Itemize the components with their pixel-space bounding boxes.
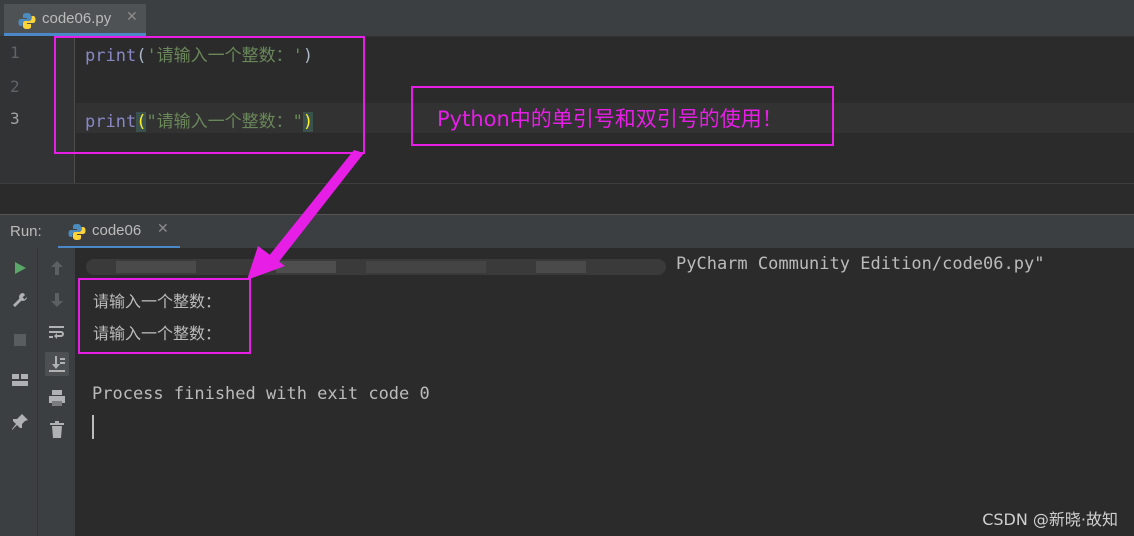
watermark: CSDN @新晓·故知 — [982, 510, 1118, 529]
pin-icon[interactable] — [8, 410, 32, 434]
text-caret — [92, 415, 94, 439]
close-icon[interactable]: ✕ — [157, 221, 169, 237]
up-arrow-icon[interactable] — [45, 256, 69, 280]
trash-icon[interactable] — [45, 418, 69, 442]
panel-divider — [0, 183, 1134, 215]
editor-tab-bar: code06.py ✕ — [0, 0, 1134, 37]
run-command: PyCharm Community Edition/code06.py" — [676, 254, 1045, 274]
print-icon[interactable] — [45, 386, 69, 410]
layout-icon[interactable] — [8, 368, 32, 392]
line-number: 3 — [10, 109, 20, 128]
code-highlight-box — [54, 36, 365, 154]
tab-code06-py[interactable]: code06.py ✕ — [4, 4, 146, 36]
soft-wrap-icon[interactable] — [45, 320, 69, 344]
run-icon[interactable] — [8, 256, 32, 280]
python-icon — [68, 224, 86, 240]
tab-filename: code06.py — [42, 10, 112, 27]
line-number: 2 — [10, 77, 20, 96]
wrench-icon[interactable] — [8, 288, 32, 312]
redacted-path — [86, 259, 666, 275]
console-side-toolbar — [38, 248, 76, 536]
run-side-toolbar — [0, 248, 38, 536]
close-icon[interactable]: ✕ — [126, 9, 138, 25]
output-highlight-box — [78, 278, 251, 354]
stop-icon[interactable] — [8, 328, 32, 352]
annotation-label: Python中的单引号和双引号的使用！ — [411, 86, 834, 146]
run-toolbar: Run: code06 ✕ — [0, 214, 1134, 249]
run-tab-code06[interactable]: code06 ✕ — [58, 215, 180, 249]
line-number: 1 — [10, 43, 20, 62]
down-arrow-icon[interactable] — [45, 288, 69, 312]
run-label: Run: — [10, 223, 42, 240]
python-file-icon — [18, 13, 36, 29]
scroll-to-end-icon[interactable] — [45, 352, 69, 376]
process-finished-text: Process finished with exit code 0 — [92, 384, 430, 404]
run-tab-label: code06 — [92, 222, 142, 239]
